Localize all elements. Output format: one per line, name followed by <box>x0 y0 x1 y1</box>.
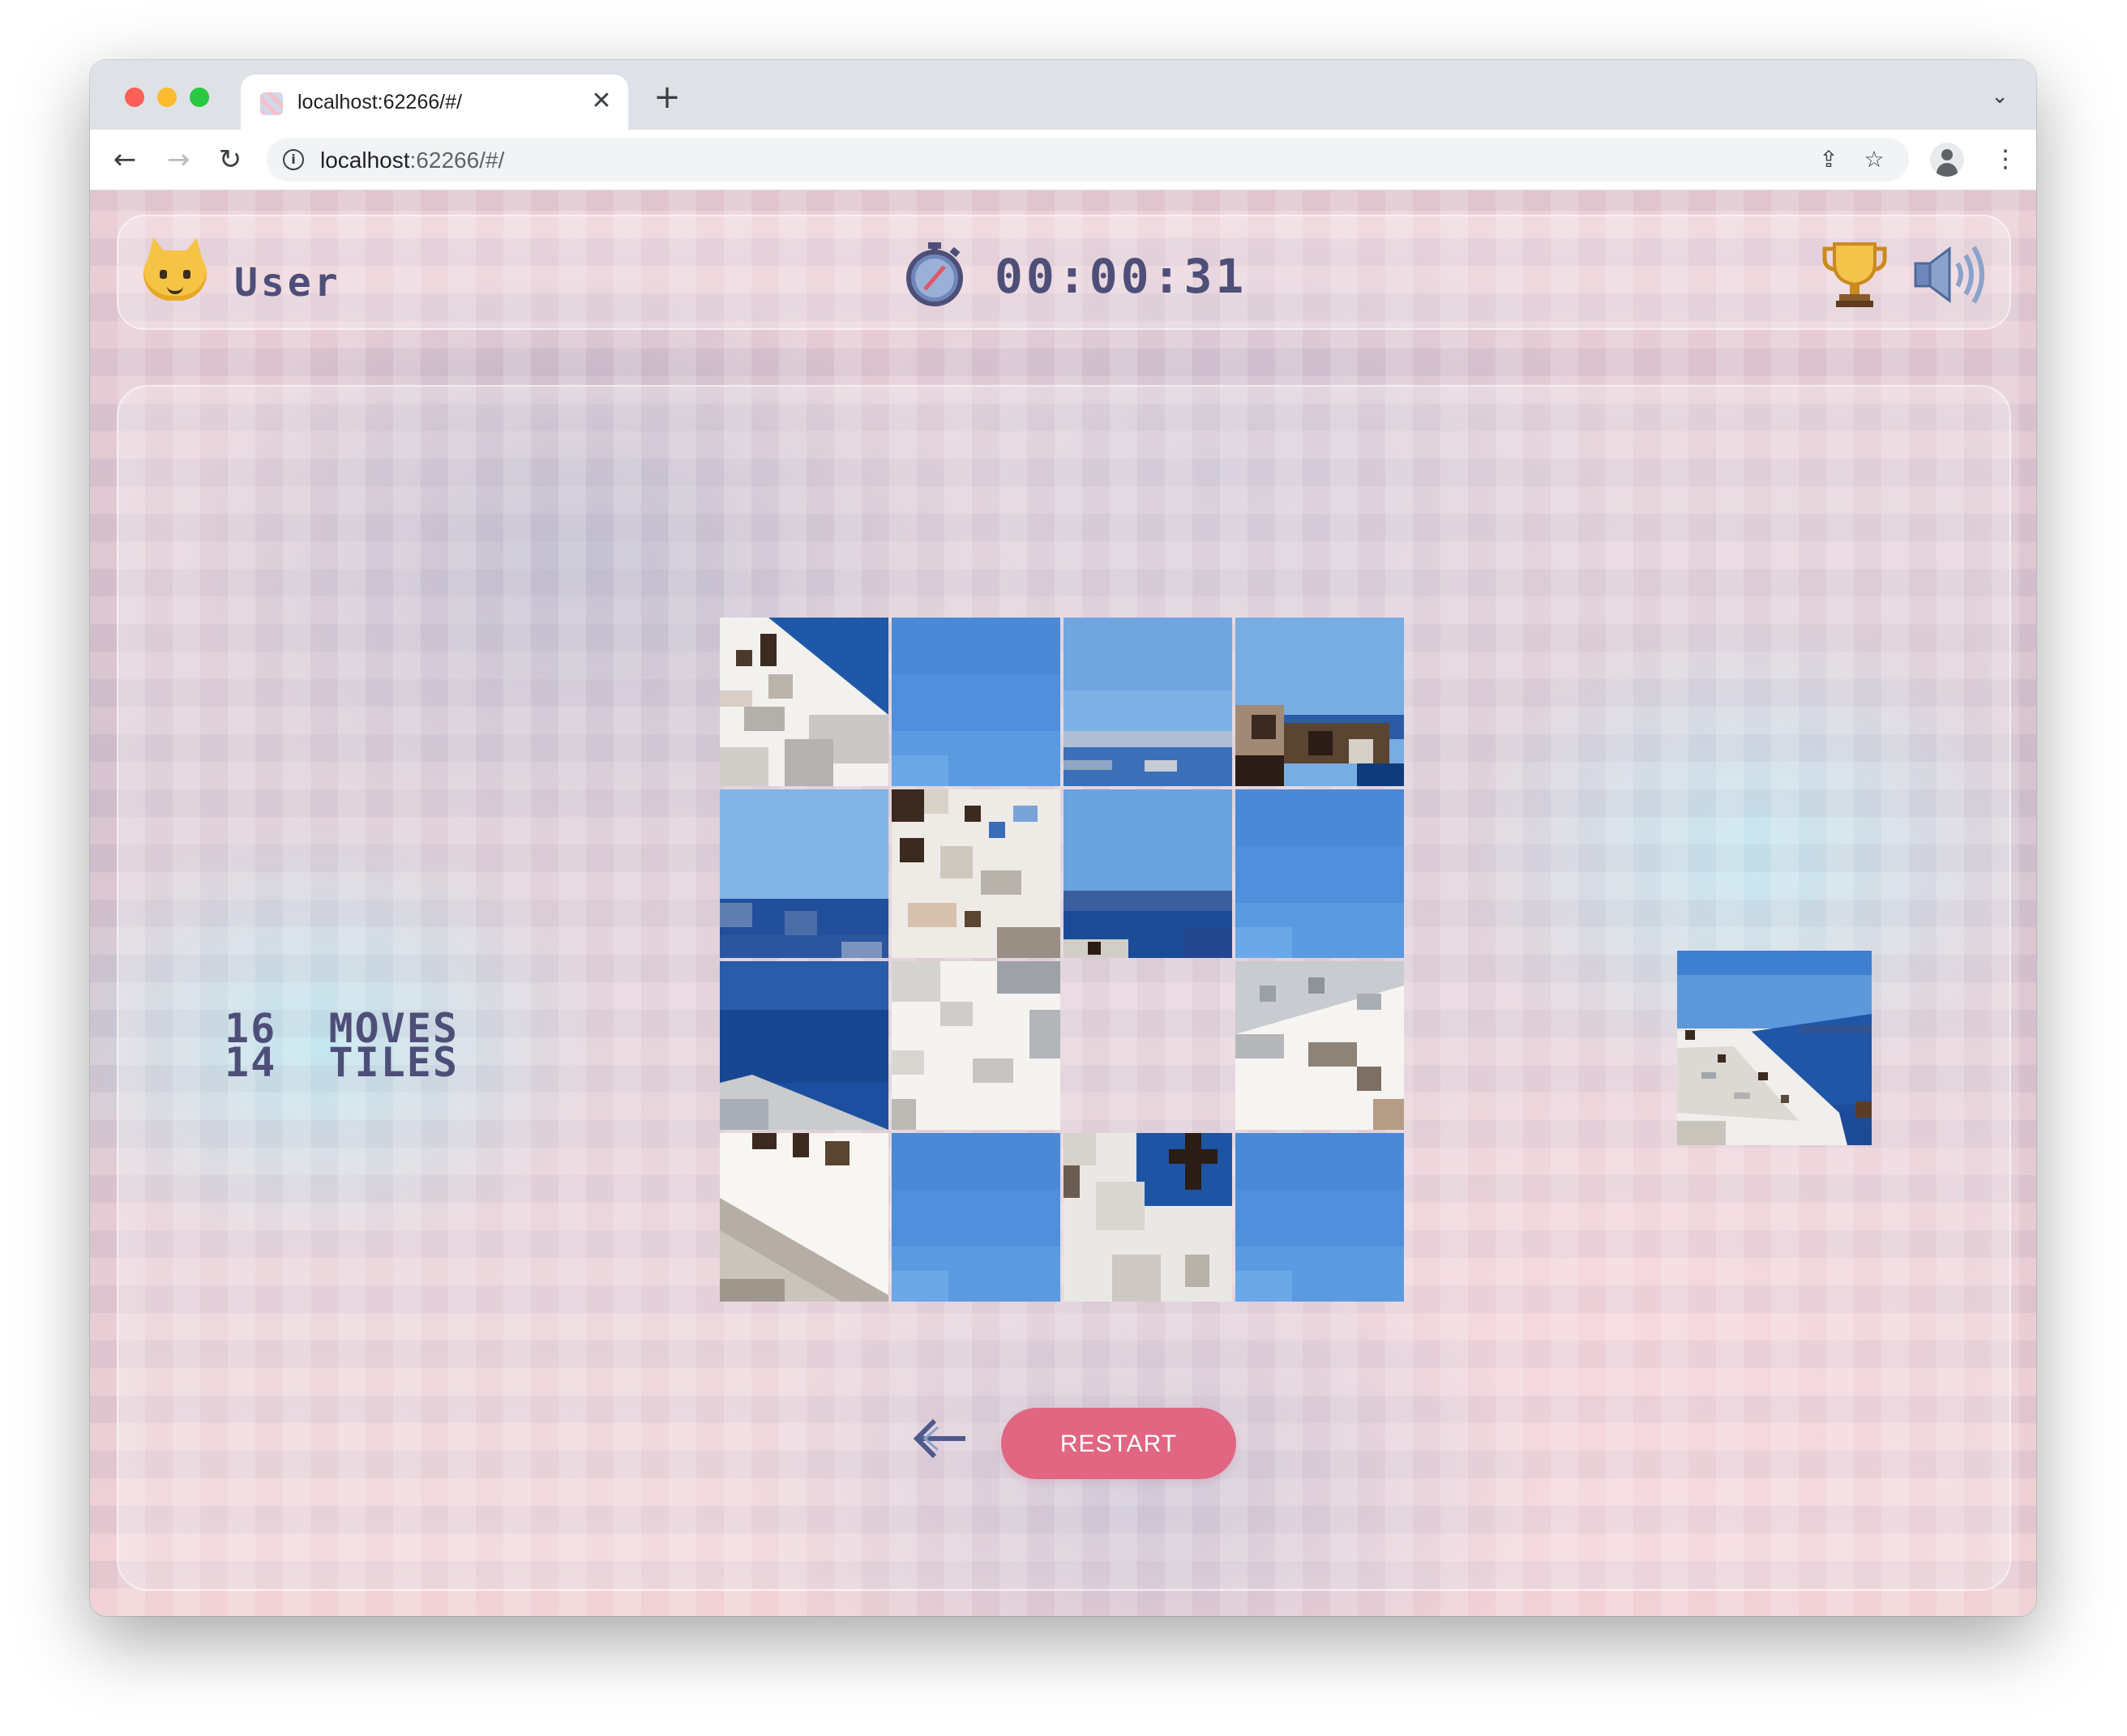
game-timer: 00:00:31 <box>995 249 1248 304</box>
puzzle-tile[interactable] <box>892 1133 1060 1302</box>
puzzle-tile[interactable] <box>1235 961 1404 1130</box>
puzzle-tile[interactable] <box>1235 1133 1404 1302</box>
puzzle-tile[interactable] <box>720 618 888 786</box>
tiles-stat: 14 TILES <box>225 1042 459 1083</box>
tab-title: localhost:62266/#/ <box>297 91 462 113</box>
trophy-icon[interactable] <box>1820 239 1889 309</box>
browser-toolbar: ← → ↻ i localhost:62266/#/ ⇪ ☆ ⋮ <box>90 130 2036 190</box>
address-bar[interactable]: i localhost:62266/#/ ⇪ ☆ <box>267 138 1909 182</box>
url-text: localhost:62266/#/ <box>320 148 504 173</box>
username: User <box>234 260 341 306</box>
forward-icon[interactable]: → <box>160 141 197 178</box>
reference-preview-image <box>1677 951 1872 1145</box>
arrow-left-icon[interactable] <box>910 1414 969 1463</box>
puzzle-tile[interactable] <box>1064 618 1232 786</box>
tab-strip: localhost:62266/#/ ✕ + ⌄ <box>90 60 2036 130</box>
puzzle-tile[interactable] <box>892 961 1060 1130</box>
share-icon[interactable]: ⇪ <box>1815 146 1842 173</box>
tab-search-chevron-down-icon[interactable]: ⌄ <box>1988 84 2012 109</box>
game-page: User 00:00:31 16 MOVES 14 TILES RESTART <box>90 190 2036 1616</box>
browser-tab[interactable]: localhost:62266/#/ ✕ <box>241 75 628 130</box>
puzzle-tile[interactable] <box>892 789 1060 958</box>
back-icon[interactable]: ← <box>106 141 143 178</box>
kebab-menu-icon[interactable]: ⋮ <box>1993 141 2018 178</box>
puzzle-tile[interactable] <box>720 789 888 958</box>
reload-icon[interactable]: ↻ <box>212 141 249 178</box>
profile-icon[interactable] <box>1930 143 1964 177</box>
minimize-window-button[interactable] <box>157 88 177 107</box>
cat-avatar-icon[interactable] <box>140 235 210 302</box>
close-window-button[interactable] <box>125 88 144 107</box>
empty-slot <box>1064 961 1232 1130</box>
tiles-count: 14 <box>225 1039 277 1086</box>
puzzle-tile[interactable] <box>1064 1133 1232 1302</box>
tiles-label: TILES <box>328 1039 459 1086</box>
url-path: :62266/#/ <box>409 148 505 173</box>
new-tab-plus-icon[interactable]: + <box>649 79 685 115</box>
speaker-icon[interactable] <box>1912 242 1987 307</box>
puzzle-board <box>720 618 1410 1308</box>
favicon-icon <box>260 92 283 115</box>
tab-close-icon[interactable]: ✕ <box>586 86 617 117</box>
star-icon[interactable]: ☆ <box>1860 146 1888 173</box>
puzzle-tile[interactable] <box>720 961 888 1130</box>
puzzle-tile[interactable] <box>720 1133 888 1302</box>
puzzle-tile[interactable] <box>1235 789 1404 958</box>
puzzle-tile[interactable] <box>1064 789 1232 958</box>
restart-button[interactable]: RESTART <box>1001 1408 1236 1479</box>
puzzle-tile[interactable] <box>892 618 1060 786</box>
game-stats: 16 MOVES 14 TILES <box>225 1008 459 1083</box>
stopwatch-icon <box>906 242 963 306</box>
puzzle-tile[interactable] <box>1235 618 1404 786</box>
url-host: localhost <box>320 148 410 173</box>
maximize-window-button[interactable] <box>190 88 209 107</box>
info-icon[interactable]: i <box>283 149 304 170</box>
browser-window: localhost:62266/#/ ✕ + ⌄ ← → ↻ i localho… <box>90 60 2036 1616</box>
